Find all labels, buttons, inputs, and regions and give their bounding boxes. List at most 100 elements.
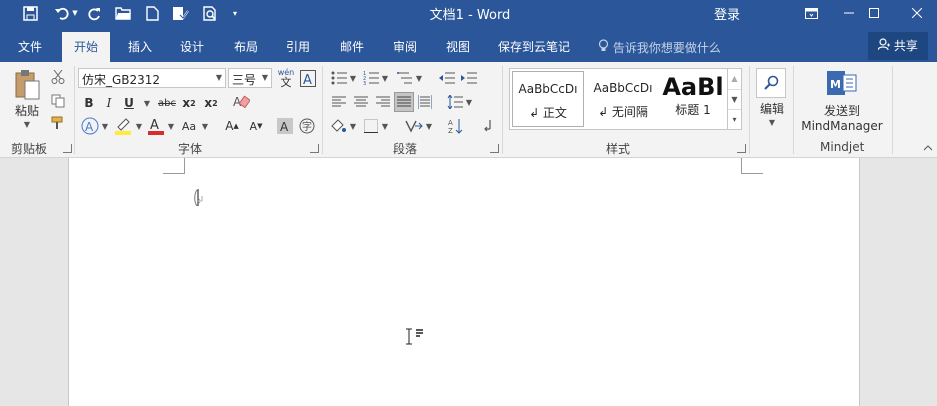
open-folder-icon[interactable] <box>113 3 133 23</box>
tab-design[interactable]: 设计 <box>170 32 214 62</box>
change-case-dropdown-icon[interactable]: ▼ <box>200 116 210 136</box>
document-page[interactable] <box>68 158 860 406</box>
justify-icon[interactable] <box>394 92 414 112</box>
shading-icon[interactable] <box>328 116 348 136</box>
tab-references[interactable]: 引用 <box>276 32 320 62</box>
tab-layout[interactable]: 布局 <box>224 32 268 62</box>
close-icon[interactable] <box>897 0 937 26</box>
mindmanager-label[interactable]: MindManager <box>796 118 888 134</box>
superscript-icon[interactable]: x2 <box>202 94 220 112</box>
shading-dropdown-icon[interactable]: ▼ <box>348 116 358 136</box>
character-border-icon[interactable]: A <box>299 68 317 88</box>
tab-view[interactable]: 视图 <box>436 32 480 62</box>
paragraph-dialog-launcher-icon[interactable] <box>490 144 499 153</box>
line-spacing-dropdown-icon[interactable]: ▼ <box>464 92 474 112</box>
paste-label[interactable]: 粘贴 <box>10 102 44 118</box>
strikethrough-icon[interactable]: abc <box>156 94 178 112</box>
enclose-characters-icon[interactable]: 字 <box>298 116 316 136</box>
styles-dialog-launcher-icon[interactable] <box>737 144 746 153</box>
clear-formatting-icon[interactable]: A <box>230 92 252 112</box>
line-spacing-icon[interactable] <box>446 92 464 112</box>
show-paragraph-marks-icon[interactable] <box>478 116 498 136</box>
decrease-indent-icon[interactable] <box>438 68 456 88</box>
font-size-field[interactable]: 三号 ▼ <box>228 68 272 88</box>
tab-file[interactable]: 文件 <box>8 32 52 62</box>
font-name-field[interactable]: 仿宋_GB2312 ▼ <box>78 68 226 88</box>
vertical-scrollbar[interactable] <box>920 158 937 406</box>
underline-icon[interactable]: U <box>122 94 136 112</box>
highlight-dropdown-icon[interactable]: ▼ <box>134 116 144 136</box>
margin-corner-top-right <box>741 158 763 174</box>
chinese-layout-dropdown-icon[interactable]: ▼ <box>424 116 434 136</box>
undo-icon[interactable] <box>52 3 72 23</box>
tell-me-search[interactable]: 告诉我你想要做什么 <box>598 39 721 56</box>
font-color-dropdown-icon[interactable]: ▼ <box>166 116 176 136</box>
person-icon <box>877 38 894 53</box>
bold-icon[interactable]: B <box>82 94 96 112</box>
styles-more-icon[interactable]: ▾ <box>728 109 741 129</box>
tab-insert[interactable]: 插入 <box>118 32 162 62</box>
customize-toolbar-icon[interactable]: ▾ <box>228 3 242 23</box>
print-preview-icon[interactable] <box>200 3 220 23</box>
phonetic-guide-icon[interactable]: wén 文 <box>276 66 296 90</box>
login-link[interactable]: 登录 <box>714 4 740 23</box>
redo-icon[interactable] <box>84 3 104 23</box>
find-icon[interactable] <box>756 68 786 98</box>
share-button[interactable]: 共享 <box>868 32 928 60</box>
copy-icon[interactable] <box>48 92 68 110</box>
borders-dropdown-icon[interactable]: ▼ <box>380 116 390 136</box>
distributed-icon[interactable] <box>416 92 434 112</box>
tab-mailings[interactable]: 邮件 <box>330 32 374 62</box>
text-effects-icon[interactable]: A <box>80 116 100 136</box>
italic-icon[interactable]: I <box>102 94 116 112</box>
editing-label[interactable]: 编辑 <box>752 100 792 116</box>
bullets-dropdown-icon[interactable]: ▼ <box>348 68 358 88</box>
borders-icon[interactable] <box>362 116 380 136</box>
mindmanager-icon[interactable]: M <box>826 68 858 98</box>
collapse-ribbon-icon[interactable] <box>922 142 934 154</box>
styles-scroll-up-icon[interactable]: ▲ <box>728 69 741 89</box>
numbering-dropdown-icon[interactable]: ▼ <box>380 68 390 88</box>
increase-indent-icon[interactable] <box>460 68 478 88</box>
style-normal[interactable]: AaBbCcDı ↲ 正文 <box>512 71 584 127</box>
font-name-dropdown-icon[interactable]: ▼ <box>216 73 222 82</box>
paste-icon[interactable] <box>10 68 44 102</box>
maximize-icon[interactable] <box>851 0 897 26</box>
chinese-layout-icon[interactable] <box>404 116 424 136</box>
character-shading-icon[interactable]: A <box>276 116 294 136</box>
clipboard-dialog-launcher-icon[interactable] <box>63 144 72 153</box>
send-to-label[interactable]: 发送到 <box>800 102 884 118</box>
highlight-color-icon[interactable] <box>112 116 134 136</box>
style-no-spacing[interactable]: AaBbCcDı ↲ 无间隔 <box>587 71 659 127</box>
change-case-icon[interactable]: Aa <box>178 116 200 136</box>
text-effects-dropdown-icon[interactable]: ▼ <box>100 116 110 136</box>
shrink-font-icon[interactable]: A ▼ <box>246 116 266 136</box>
font-color-icon[interactable]: A <box>146 116 166 136</box>
subscript-icon[interactable]: x2 <box>180 94 198 112</box>
cut-icon[interactable] <box>48 68 68 86</box>
format-painter-icon[interactable] <box>48 114 68 132</box>
font-dialog-launcher-icon[interactable] <box>310 144 319 153</box>
paste-dropdown-icon[interactable]: ▼ <box>20 118 34 130</box>
tab-review[interactable]: 审阅 <box>383 32 427 62</box>
check-document-icon[interactable] <box>170 3 190 23</box>
styles-scroll-down-icon[interactable]: ▼ <box>728 89 741 109</box>
grow-font-icon[interactable]: A ▲ <box>222 116 242 136</box>
underline-dropdown-icon[interactable]: ▼ <box>142 94 152 112</box>
style-heading-1[interactable]: AaBl 标题 1 <box>660 71 726 127</box>
align-right-icon[interactable] <box>374 92 392 112</box>
multilevel-list-icon[interactable] <box>396 68 414 88</box>
editing-dropdown-icon[interactable]: ▼ <box>765 116 779 128</box>
tab-save-to-cloud-notes[interactable]: 保存到云笔记 <box>488 32 580 62</box>
undo-dropdown-icon[interactable]: ▼ <box>70 3 80 23</box>
tab-home[interactable]: 开始 <box>62 32 111 62</box>
numbering-icon[interactable]: 123 <box>362 68 380 88</box>
save-icon[interactable] <box>20 3 40 23</box>
font-size-dropdown-icon[interactable]: ▼ <box>262 73 268 82</box>
align-center-icon[interactable] <box>352 92 370 112</box>
bullets-icon[interactable] <box>330 68 348 88</box>
multilevel-list-dropdown-icon[interactable]: ▼ <box>414 68 424 88</box>
align-left-icon[interactable] <box>330 92 348 112</box>
new-document-icon[interactable] <box>142 3 162 23</box>
sort-icon[interactable]: AZ <box>446 116 466 136</box>
